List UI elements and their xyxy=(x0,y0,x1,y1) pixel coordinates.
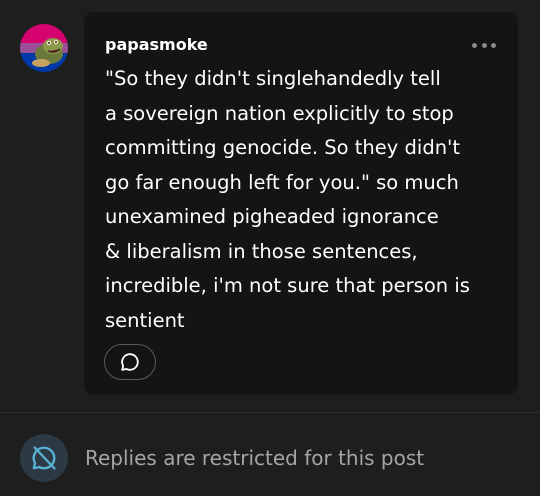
post-body: "So they didn't singlehandedly tell a so… xyxy=(105,67,470,332)
avatar-image xyxy=(20,24,68,72)
ellipsis-icon[interactable] xyxy=(472,38,496,52)
user-avatar[interactable] xyxy=(20,24,68,72)
replies-restricted-text: Replies are restricted for this post xyxy=(85,446,425,470)
post-username[interactable]: papasmoke xyxy=(105,35,208,54)
divider xyxy=(0,412,540,413)
speech-bubble-icon xyxy=(121,353,139,371)
post-bubble: papasmoke "So they didn't singlehandedly… xyxy=(84,12,518,395)
comment-disabled-icon xyxy=(20,434,68,482)
reply-button[interactable] xyxy=(104,344,156,380)
